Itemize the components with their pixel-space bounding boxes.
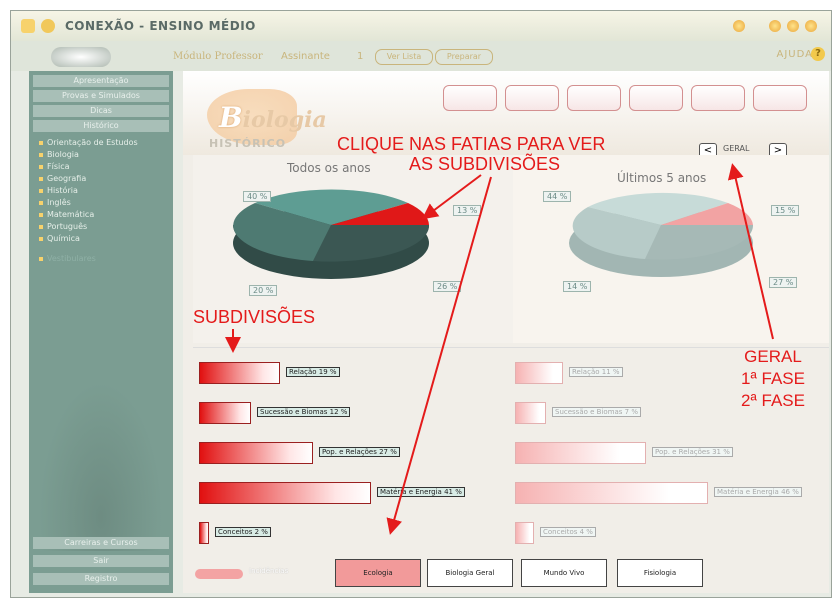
close-button[interactable]	[805, 20, 817, 32]
user-number: 1	[357, 51, 364, 62]
sidebar-item-historico[interactable]: Histórico	[33, 120, 169, 132]
microscope-slide-icon[interactable]	[567, 85, 621, 111]
minimize-button[interactable]	[769, 20, 781, 32]
subdivision-label: Sucessão e Biomas 12 %	[257, 407, 351, 417]
maximize-button[interactable]	[787, 20, 799, 32]
app-icon	[21, 19, 35, 33]
pie-label-13: 13 %	[453, 205, 482, 216]
module-label: Módulo Professor	[173, 51, 263, 62]
lamp-icon[interactable]	[733, 20, 745, 32]
sidebar-item-quimica[interactable]: Química	[39, 233, 80, 244]
pie-label-15: 15 %	[771, 205, 800, 216]
sidebar-item-vestibulares[interactable]: Vestibulares	[39, 253, 96, 264]
subdivision-label: Pop. e Relações 27 %	[319, 447, 400, 457]
subdivision-label: Matéria e Energia 46 %	[714, 487, 802, 497]
annotation-fase1: 1ª FASE	[741, 369, 805, 388]
subject-initial: B	[219, 101, 243, 134]
tab-fisiologia[interactable]: Fisiologia	[617, 559, 703, 587]
title-bar: CONEXÃO - ENSINO MÉDIO	[11, 11, 831, 41]
nav-phase-label: GERAL	[723, 144, 750, 153]
subdivision-bar	[199, 362, 280, 384]
sidebar-item-portugues[interactable]: Português	[39, 221, 87, 232]
topic-tabs: Incidências Ecologia Biologia Geral Mund…	[183, 553, 829, 593]
sidebar-item-provas[interactable]: Provas e Simulados	[33, 90, 169, 102]
sidebar-item-registro[interactable]: Registro	[33, 573, 169, 585]
app-logo-icon	[41, 19, 55, 33]
pie-label-44: 44 %	[543, 191, 572, 202]
subdivision-label: Conceitos 4 %	[540, 527, 596, 537]
annotation-click-line2: AS SUBDIVISÕES	[409, 154, 561, 174]
pie-label-26: 26 %	[433, 281, 462, 292]
sidebar-item-geografia[interactable]: Geografia	[39, 173, 86, 184]
subdivision-bar	[199, 402, 251, 424]
subdivision-bar	[515, 522, 534, 544]
ver-lista-button[interactable]: Ver Lista	[375, 49, 433, 65]
help-label[interactable]: AJUDA	[777, 49, 813, 60]
subdivision-bar	[199, 522, 209, 544]
conexao-logo	[51, 47, 111, 67]
pie-right-slices	[572, 192, 754, 260]
subdivision-label: Relação 19 %	[286, 367, 340, 377]
subdivision-bar	[515, 442, 646, 464]
app-window: CONEXÃO - ENSINO MÉDIO Módulo Professor …	[10, 10, 832, 598]
sidebar-item-sair[interactable]: Sair	[33, 555, 169, 567]
annotation-subdivisoes: SUBDIVISÕES	[193, 307, 316, 327]
all-years-title: Todos os anos	[287, 161, 371, 175]
section-title: HISTÓRICO	[209, 137, 287, 150]
sidebar-item-biologia[interactable]: Biologia	[39, 149, 79, 160]
chess-pieces-image	[39, 381, 163, 551]
last-5-years-panel: Últimos 5 anos 44 % 15 % 14 % 27 %	[513, 155, 829, 343]
sidebar-item-apresentacao[interactable]: Apresentação	[33, 75, 169, 87]
incidencias-label: Incidências	[249, 567, 289, 575]
pie-label-40: 40 %	[243, 191, 272, 202]
subdivision-bar	[515, 362, 563, 384]
subject-rest: iologia	[242, 107, 327, 133]
window-title: CONEXÃO - ENSINO MÉDIO	[65, 19, 256, 33]
sidebar-item-matematica[interactable]: Matemática	[39, 209, 94, 220]
bicycle-tool-icon[interactable]	[753, 85, 807, 111]
subdivision-label: Conceitos 2 %	[215, 527, 271, 537]
subject-title: Biologia	[219, 101, 327, 134]
subdivision-label: Sucessão e Biomas 7 %	[552, 407, 641, 417]
sidebar-item-carreiras[interactable]: Carreiras e Cursos	[33, 537, 169, 549]
molecule-tool-icon[interactable]	[691, 85, 745, 111]
incidencias-toggle[interactable]	[195, 569, 243, 579]
preparar-button[interactable]: Preparar	[435, 49, 493, 65]
pie-label-20: 20 %	[249, 285, 278, 296]
subdivision-label: Matéria e Energia 41 %	[377, 487, 465, 497]
help-icon[interactable]: ?	[811, 47, 825, 61]
pipette-tool-icon[interactable]	[505, 85, 559, 111]
sidebar-item-historia[interactable]: História	[39, 185, 78, 196]
sidebar-item-ingles[interactable]: Inglês	[39, 197, 71, 208]
cell-tool-icon[interactable]	[629, 85, 683, 111]
subdivision-label: Relação 11 %	[569, 367, 623, 377]
sidebar-item-orientacao[interactable]: Orientação de Estudos	[39, 137, 138, 148]
sidebar-item-fisica[interactable]: Física	[39, 161, 70, 172]
subdivision-bar	[199, 442, 313, 464]
subdivision-label: Pop. e Relações 31 %	[652, 447, 733, 457]
user-label: Assinante	[281, 51, 330, 62]
pie-label-14: 14 %	[563, 281, 592, 292]
tab-ecologia[interactable]: Ecologia	[335, 559, 421, 587]
microscope-tool-icon[interactable]	[443, 85, 497, 111]
annotation-click-line1: CLIQUE NAS FATIAS PARA VER	[337, 134, 606, 154]
sidebar-item-dicas[interactable]: Dicas	[33, 105, 169, 117]
sidebar: Apresentação Provas e Simulados Dicas Hi…	[29, 71, 173, 593]
annotation-fase2: 2ª FASE	[741, 391, 805, 410]
last-5-years-title: Últimos 5 anos	[617, 171, 707, 185]
subdivision-bar	[199, 482, 371, 504]
tab-biologia-geral[interactable]: Biologia Geral	[427, 559, 513, 587]
subdivision-bar	[515, 482, 708, 504]
pie-label-27: 27 %	[769, 277, 798, 288]
subdivision-bar	[515, 402, 546, 424]
annotation-geral: GERAL	[744, 347, 802, 366]
tab-mundo-vivo[interactable]: Mundo Vivo	[521, 559, 607, 587]
